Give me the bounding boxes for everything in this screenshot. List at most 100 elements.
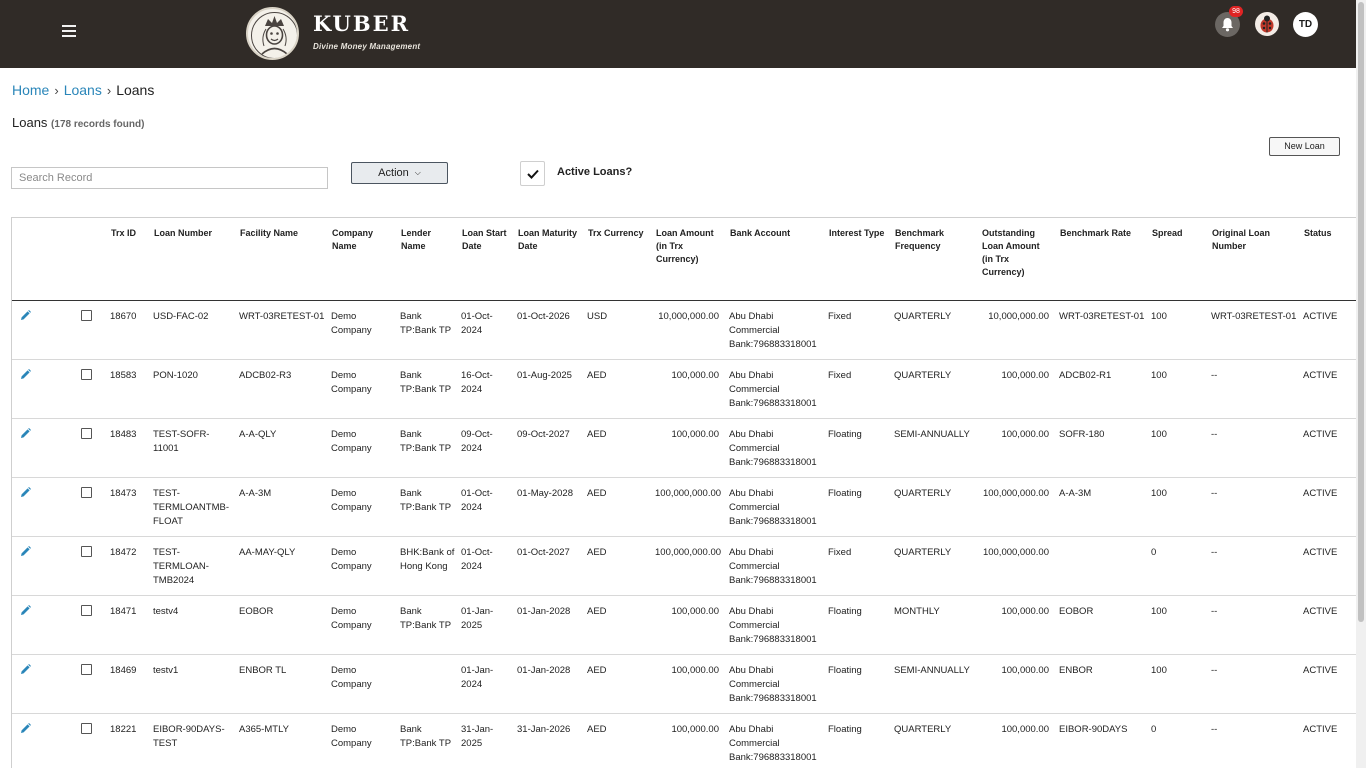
table-row[interactable]: 18473 TEST-TERMLOANTMB-FLOAT A-A-3M Demo Co… [12,477,1356,537]
cell-bank-account: Abu Dhabi Commercial Bank:796883318001 [726,536,825,596]
user-avatar[interactable]: TD [1293,12,1318,37]
breadcrumb-home-link[interactable]: Home [12,82,49,98]
action-dropdown-button[interactable]: Action ⌵ [351,162,448,184]
cell-loan-number: PON-1020 [150,359,236,419]
table-row[interactable]: 18469 testv1 ENBOR TL Demo Company 01-Jan-20… [12,654,1356,714]
cell-bank-account: Abu Dhabi Commercial Bank:796883318001 [726,595,825,655]
column-header-benchmark-frequency: Benchmark Frequency [891,218,978,301]
pencil-icon[interactable] [20,722,31,739]
row-select-checkbox[interactable] [81,368,92,380]
column-header-company-name: Company Name [328,218,397,301]
cell-currency: AED [584,654,652,714]
row-select-checkbox[interactable] [81,722,92,734]
cell-original: -- [1208,418,1300,478]
cell-start: 01-Oct-2024 [458,536,514,596]
table-row[interactable]: 18670 USD-FAC-02 WRT-03RETEST-01 Demo Compa… [12,300,1356,360]
table-row[interactable]: 18221 EIBOR-90DAYS-TEST A365-MTLY Demo Comp… [12,713,1356,768]
vertical-scrollbar[interactable] [1356,0,1366,768]
cell-loan-number: testv4 [150,595,236,655]
pencil-icon[interactable] [20,663,31,680]
cell-facility: A365-MTLY [236,713,328,768]
cell-lender: Bank TP:Bank TP [397,713,458,768]
breadcrumb-separator-icon: › [54,83,59,98]
cell-lender: Bank TP:Bank TP [397,595,458,655]
cell-bank-account: Abu Dhabi Commercial Bank:796883318001 [726,300,825,360]
cell-maturity: 31-Jan-2026 [514,713,584,768]
cell-trx-id: 18670 [107,300,150,360]
cell-interest-type: Fixed [825,359,891,419]
row-select-checkbox[interactable] [81,663,92,675]
cell-maturity: 01-Aug-2025 [514,359,584,419]
cell-company: Demo Company [328,359,397,419]
cell-company: Demo Company [328,300,397,360]
column-header-lender-name: Lender Name [397,218,458,301]
cell-frequency: QUARTERLY [891,359,978,419]
breadcrumb-loans-link[interactable]: Loans [64,82,102,98]
row-select-checkbox[interactable] [81,604,92,616]
table-row[interactable]: 18472 TEST-TERMLOAN-TMB2024 AA-MAY-QLY Demo… [12,536,1356,596]
table-row[interactable]: 18583 PON-1020 ADCB02-R3 Demo Company Bank T… [12,359,1356,419]
breadcrumb-separator-icon: › [106,83,112,98]
notification-count-badge: 98 [1229,6,1243,17]
cell-bank-account: Abu Dhabi Commercial Bank:796883318001 [726,418,825,478]
cell-lender: Bank TP:Bank TP [397,300,458,360]
cell-interest-type: Floating [825,418,891,478]
cell-status: ACTIVE [1300,595,1356,655]
cell-original: -- [1208,713,1300,768]
select-cell [70,477,107,537]
cell-facility: ADCB02-R3 [236,359,328,419]
table-header-row: Trx ID Loan Number Facility Name Company Na… [12,218,1356,301]
table-row[interactable]: 18471 testv4 EOBOR Demo Company Bank TP:Bank… [12,595,1356,655]
pencil-icon[interactable] [20,604,31,621]
cell-original: -- [1208,595,1300,655]
cell-outstanding: 100,000.00 [978,654,1056,714]
cell-currency: AED [584,418,652,478]
cell-outstanding: 100,000.00 [978,418,1056,478]
cell-benchmark-rate: ADCB02-R1 [1056,359,1148,419]
pencil-icon[interactable] [20,368,31,385]
cell-maturity: 01-Jan-2028 [514,595,584,655]
breadcrumb: Home › Loans › Loans [12,82,154,98]
column-header-trx-id: Trx ID [107,218,150,301]
cell-start: 09-Oct-2024 [458,418,514,478]
cell-trx-id: 18221 [107,713,150,768]
row-select-checkbox[interactable] [81,309,92,321]
record-count: (178 records found) [51,119,145,130]
edit-cell [12,477,70,537]
cell-benchmark-rate: SOFR-180 [1056,418,1148,478]
column-header-loan-maturity-date: Loan Maturity Date [514,218,584,301]
table-row[interactable]: 18483 TEST-SOFR-11001 A-A-QLY Demo Company B… [12,418,1356,478]
cell-benchmark-rate: WRT-03RETEST-01 [1056,300,1148,360]
hamburger-menu-icon[interactable] [62,25,76,38]
select-cell [70,713,107,768]
cell-start: 01-Jan-2024 [458,654,514,714]
search-input[interactable] [11,167,328,189]
cell-lender: Bank TP:Bank TP [397,418,458,478]
cell-original: -- [1208,654,1300,714]
cell-loan-number: TEST-TERMLOAN-TMB2024 [150,536,236,596]
edit-cell [12,418,70,478]
new-loan-button[interactable]: New Loan [1269,137,1340,156]
cell-currency: AED [584,536,652,596]
pencil-icon[interactable] [20,309,31,326]
cell-facility: WRT-03RETEST-01 [236,300,328,360]
cell-benchmark-rate: EIBOR-90DAYS [1056,713,1148,768]
cell-bank-account: Abu Dhabi Commercial Bank:796883318001 [726,359,825,419]
cell-currency: AED [584,713,652,768]
breadcrumb-current: Loans [116,82,155,98]
pencil-icon[interactable] [20,486,31,503]
row-select-checkbox[interactable] [81,545,92,557]
pencil-icon[interactable] [20,545,31,562]
cell-trx-id: 18471 [107,595,150,655]
ladybug-icon[interactable] [1255,12,1279,36]
edit-cell [12,300,70,360]
row-select-checkbox[interactable] [81,427,92,439]
cell-lender: Bank TP:Bank TP [397,359,458,419]
edit-cell [12,713,70,768]
scrollbar-thumb[interactable] [1358,2,1364,622]
pencil-icon[interactable] [20,427,31,444]
row-select-checkbox[interactable] [81,486,92,498]
edit-cell [12,595,70,655]
cell-status: ACTIVE [1300,477,1356,537]
active-loans-checkbox[interactable] [520,161,545,186]
